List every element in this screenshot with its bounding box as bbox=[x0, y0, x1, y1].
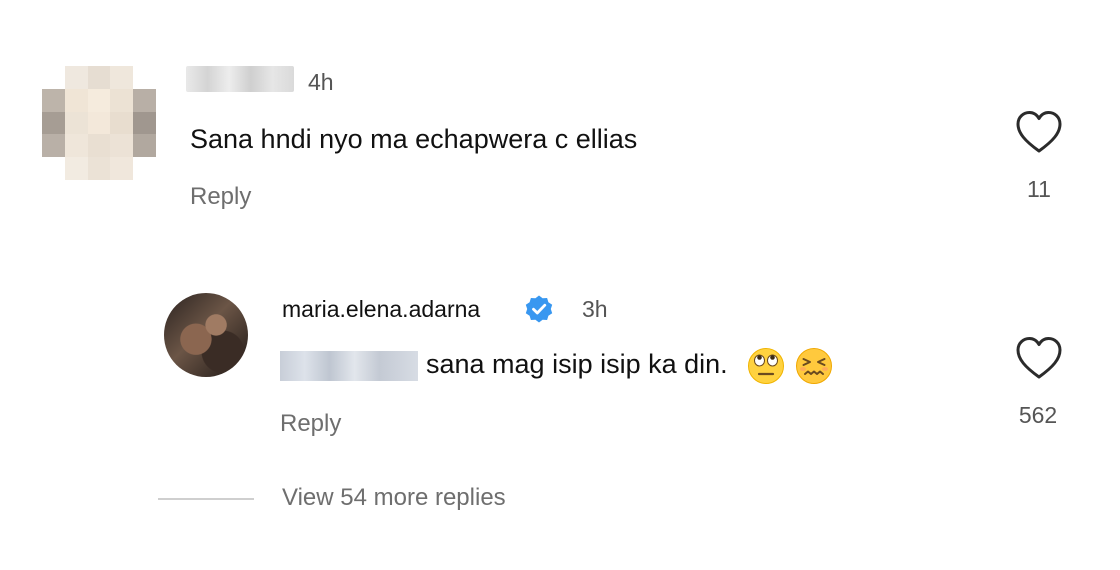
replies-divider bbox=[158, 498, 254, 500]
reply-text-row: sana mag isip isip ka din. bbox=[280, 347, 833, 385]
comment-time: 4h bbox=[308, 69, 334, 95]
mention-redacted[interactable] bbox=[280, 351, 418, 381]
reply-button[interactable]: Reply bbox=[280, 410, 341, 438]
heart-icon[interactable] bbox=[1015, 336, 1063, 380]
avatar[interactable] bbox=[164, 293, 248, 377]
like-count: 11 bbox=[1027, 176, 1051, 202]
reply-text: sana mag isip isip ka din. bbox=[426, 349, 728, 380]
like-count: 562 bbox=[1018, 402, 1058, 428]
reply-button[interactable]: Reply bbox=[190, 183, 251, 211]
reply-time: 3h bbox=[582, 296, 608, 322]
heart-icon[interactable] bbox=[1015, 110, 1063, 154]
verified-badge-icon bbox=[525, 295, 553, 323]
username-redacted[interactable] bbox=[186, 66, 294, 92]
confounded-face-emoji bbox=[795, 348, 832, 384]
view-more-replies-button[interactable]: View 54 more replies bbox=[282, 484, 506, 512]
avatar[interactable] bbox=[42, 66, 156, 180]
reply-username[interactable]: maria.elena.adarna bbox=[282, 296, 480, 323]
comment-text: Sana hndi nyo ma echapwera c ellias bbox=[190, 124, 638, 154]
face-with-rolling-eyes-emoji bbox=[748, 348, 785, 384]
